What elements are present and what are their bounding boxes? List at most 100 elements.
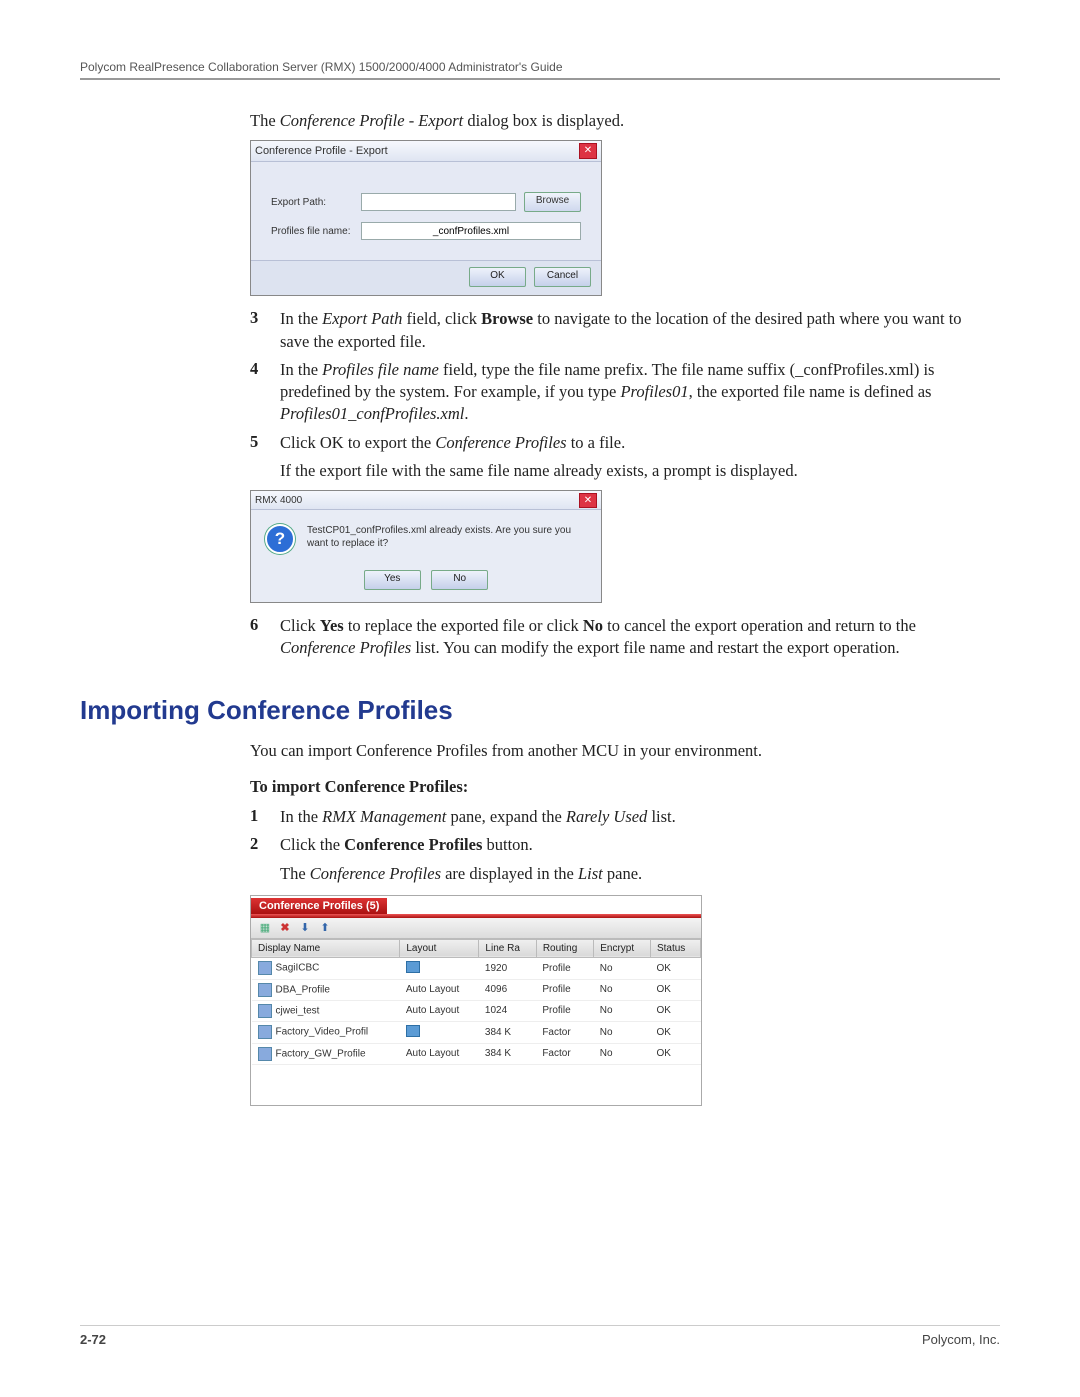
step-3: 3In the Export Path field, click Browse …	[250, 308, 990, 353]
browse-button[interactable]: Browse	[524, 192, 581, 212]
new-profile-icon[interactable]: ▦	[257, 920, 273, 936]
profile-icon	[258, 983, 272, 997]
encrypt-cell: No	[594, 979, 651, 1000]
intro-post: dialog box is displayed.	[463, 111, 624, 130]
profiles-file-label: Profiles file name:	[271, 226, 361, 237]
table-row[interactable]: DBA_Profile Auto Layout4096ProfileNoOK	[252, 979, 701, 1000]
rate-cell: 384 K	[479, 1021, 536, 1043]
encrypt-cell: No	[594, 1021, 651, 1043]
replace-prompt-title: RMX 4000	[255, 495, 579, 506]
conference-profiles-tab[interactable]: Conference Profiles (5)	[251, 898, 387, 914]
rate-cell: 1024	[479, 1000, 536, 1021]
conference-profiles-list: Conference Profiles (5) ▦ ✖ ⬇ ⬆ Display …	[250, 895, 702, 1106]
step-text: In the Export Path field, click Browse t…	[280, 308, 990, 353]
layout-cell	[400, 1021, 479, 1043]
close-icon[interactable]: ✕	[579, 493, 597, 508]
yes-button[interactable]: Yes	[364, 570, 421, 590]
routing-cell: Profile	[536, 1000, 593, 1021]
status-cell: OK	[650, 957, 700, 979]
profile-name: Factory_GW_Profile	[276, 1049, 366, 1060]
step-text: Click Yes to replace the exported file o…	[280, 615, 990, 660]
doc-header: Polycom RealPresence Collaboration Serve…	[80, 60, 1000, 74]
profile-name: Factory_Video_Profil	[276, 1027, 369, 1038]
intro-pre: The	[250, 111, 280, 130]
profile-name: DBA_Profile	[276, 985, 330, 996]
layout-icon	[406, 1025, 420, 1037]
page-number: 2-72	[80, 1332, 106, 1347]
layout-cell: Auto Layout	[400, 1043, 479, 1064]
profile-icon	[258, 1025, 272, 1039]
status-cell: OK	[650, 1000, 700, 1021]
profile-icon	[258, 1004, 272, 1018]
question-icon: ?	[265, 524, 295, 554]
export-path-label: Export Path:	[271, 197, 361, 208]
step-text: Click OK to export the Conference Profil…	[280, 432, 990, 483]
export-icon[interactable]: ⬆	[317, 920, 333, 936]
routing-cell: Factor	[536, 1021, 593, 1043]
step-4: 4In the Profiles file name field, type t…	[250, 359, 990, 426]
column-header[interactable]: Routing	[536, 939, 593, 957]
step-subtext: If the export file with the same file na…	[280, 460, 990, 482]
step-6: 6Click Yes to replace the exported file …	[250, 615, 990, 660]
routing-cell: Profile	[536, 979, 593, 1000]
close-icon[interactable]: ✕	[579, 143, 597, 159]
status-cell: OK	[650, 1021, 700, 1043]
section-heading-importing: Importing Conference Profiles	[80, 695, 1000, 726]
import-to-label: To import Conference Profiles:	[250, 776, 990, 798]
intro-italic: Conference Profile - Export	[280, 111, 463, 130]
ok-button[interactable]: OK	[469, 267, 526, 287]
replace-prompt-titlebar: RMX 4000 ✕	[251, 491, 601, 510]
step-number: 3	[250, 308, 280, 353]
status-cell: OK	[650, 979, 700, 1000]
intro-line: The Conference Profile - Export dialog b…	[250, 110, 990, 132]
profile-icon	[258, 1047, 272, 1061]
list-toolbar: ▦ ✖ ⬇ ⬆	[251, 918, 701, 939]
profiles-file-input[interactable]	[361, 222, 581, 240]
layout-cell	[400, 957, 479, 979]
table-row[interactable]: Factory_GW_ProfileAuto Layout384 KFactor…	[252, 1043, 701, 1064]
table-row[interactable]: Factory_Video_Profil 384 KFactorNoOK	[252, 1021, 701, 1043]
column-header[interactable]: Status	[650, 939, 700, 957]
step-number: 2	[250, 834, 280, 885]
header-rule	[80, 78, 1000, 80]
layout-cell: Auto Layout	[400, 979, 479, 1000]
layout-cell: Auto Layout	[400, 1000, 479, 1021]
step-text: Click the Conference Profiles button.The…	[280, 834, 990, 885]
step-number: 1	[250, 806, 280, 828]
import-step-1: 1In the RMX Management pane, expand the …	[250, 806, 990, 828]
rate-cell: 4096	[479, 979, 536, 1000]
profile-name: cjwei_test	[276, 1006, 320, 1017]
encrypt-cell: No	[594, 957, 651, 979]
table-row[interactable]: cjwei_test Auto Layout1024ProfileNoOK	[252, 1000, 701, 1021]
encrypt-cell: No	[594, 1000, 651, 1021]
step-subtext: The Conference Profiles are displayed in…	[280, 863, 990, 885]
profiles-table: Display NameLayoutLine RaRoutingEncryptS…	[251, 939, 701, 1065]
replace-prompt-message: TestCP01_confProfiles.xml already exists…	[307, 524, 587, 550]
column-header[interactable]: Layout	[400, 939, 479, 957]
page-footer: 2-72 Polycom, Inc.	[80, 1325, 1000, 1347]
step-number: 5	[250, 432, 280, 483]
no-button[interactable]: No	[431, 570, 488, 590]
encrypt-cell: No	[594, 1043, 651, 1064]
column-header[interactable]: Display Name	[252, 939, 400, 957]
step-5: 5Click OK to export the Conference Profi…	[250, 432, 990, 483]
export-dialog-titlebar: Conference Profile - Export ✕	[251, 141, 601, 162]
export-dialog: Conference Profile - Export ✕ Export Pat…	[250, 140, 602, 296]
step-number: 6	[250, 615, 280, 660]
profile-name: SagiICBC	[276, 963, 320, 974]
delete-icon[interactable]: ✖	[277, 920, 293, 936]
step-number: 4	[250, 359, 280, 426]
step-text: In the Profiles file name field, type th…	[280, 359, 990, 426]
step-text: In the RMX Management pane, expand the R…	[280, 806, 990, 828]
column-header[interactable]: Line Ra	[479, 939, 536, 957]
export-path-input[interactable]	[361, 193, 516, 211]
column-header[interactable]: Encrypt	[594, 939, 651, 957]
table-row[interactable]: SagiICBC1920ProfileNoOK	[252, 957, 701, 979]
cancel-button[interactable]: Cancel	[534, 267, 591, 287]
status-cell: OK	[650, 1043, 700, 1064]
routing-cell: Factor	[536, 1043, 593, 1064]
profile-icon	[258, 961, 272, 975]
layout-icon	[406, 961, 420, 973]
replace-prompt-dialog: RMX 4000 ✕ ? TestCP01_confProfiles.xml a…	[250, 490, 602, 603]
import-icon[interactable]: ⬇	[297, 920, 313, 936]
